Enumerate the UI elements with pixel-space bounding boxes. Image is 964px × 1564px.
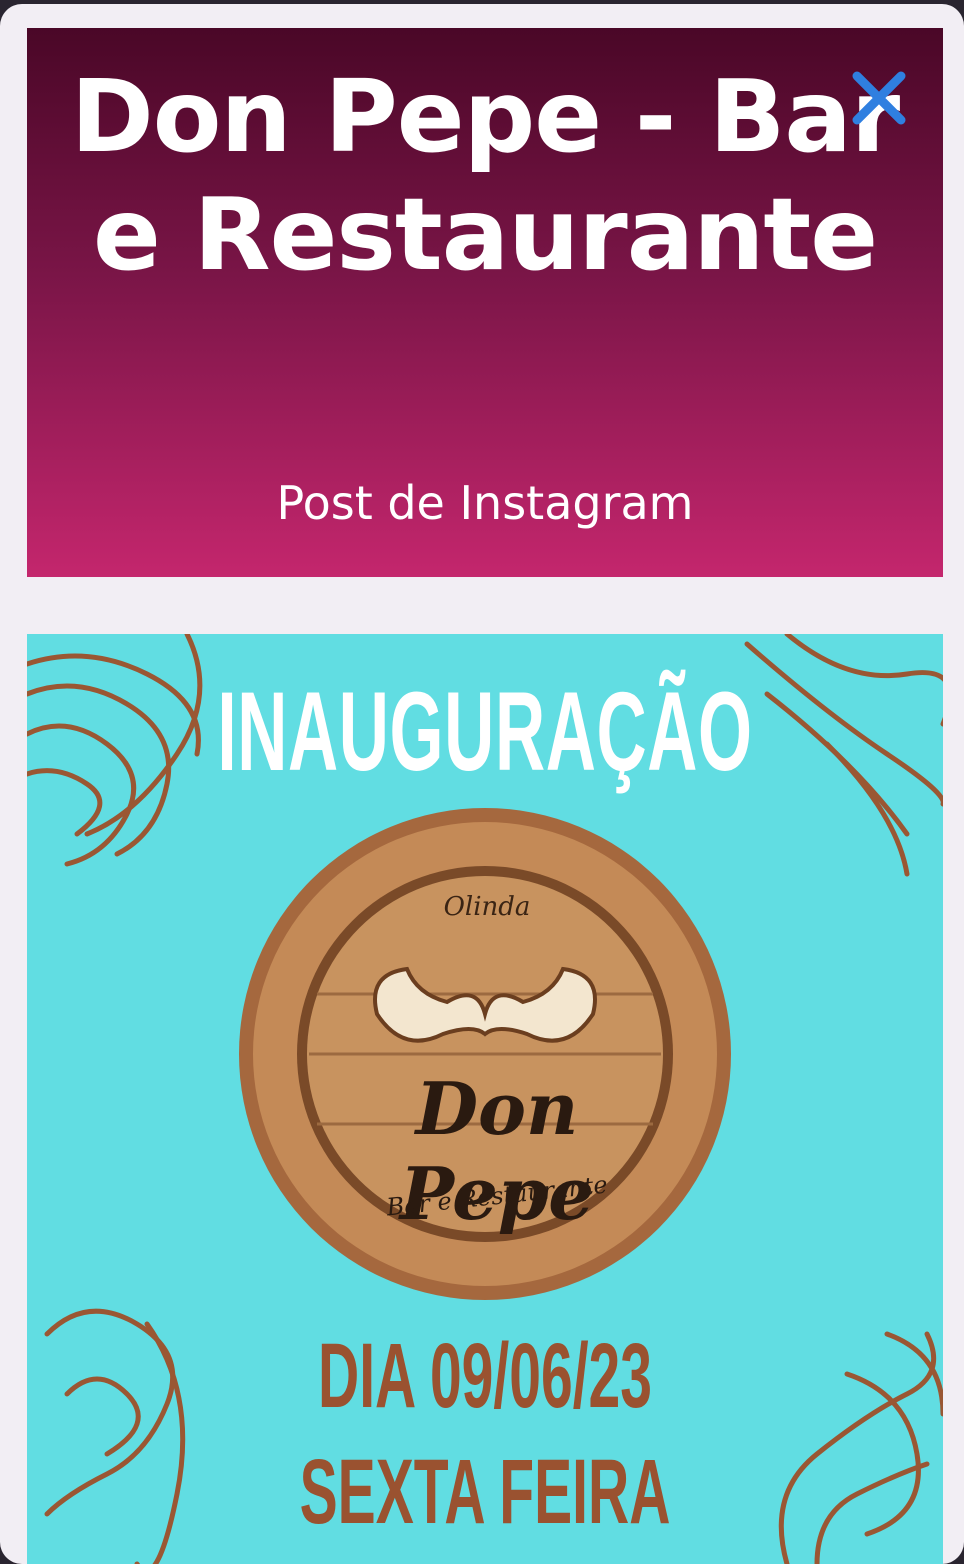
post-headline: INAUGURAÇÃO	[217, 669, 753, 794]
logo-city: Olinda	[443, 892, 531, 922]
post-type-label: Post de Instagram	[276, 476, 694, 530]
logo-name: Don Pepe	[399, 1066, 595, 1236]
page-title: Don Pepe - Bar e Restaurante	[70, 58, 900, 293]
event-date: DIA 09/06/23	[317, 1325, 652, 1427]
close-button[interactable]	[847, 66, 911, 130]
instagram-post-image: INAUGURAÇÃO Olinda Don Pepe Bar e Restau…	[27, 634, 943, 1564]
close-icon[interactable]	[847, 66, 911, 130]
event-weekday: SEXTA FEIRA	[299, 1441, 671, 1543]
post-modal: Don Pepe - Bar e Restaurante Post de Ins…	[0, 4, 964, 1564]
modal-header: Don Pepe - Bar e Restaurante Post de Ins…	[27, 28, 943, 577]
